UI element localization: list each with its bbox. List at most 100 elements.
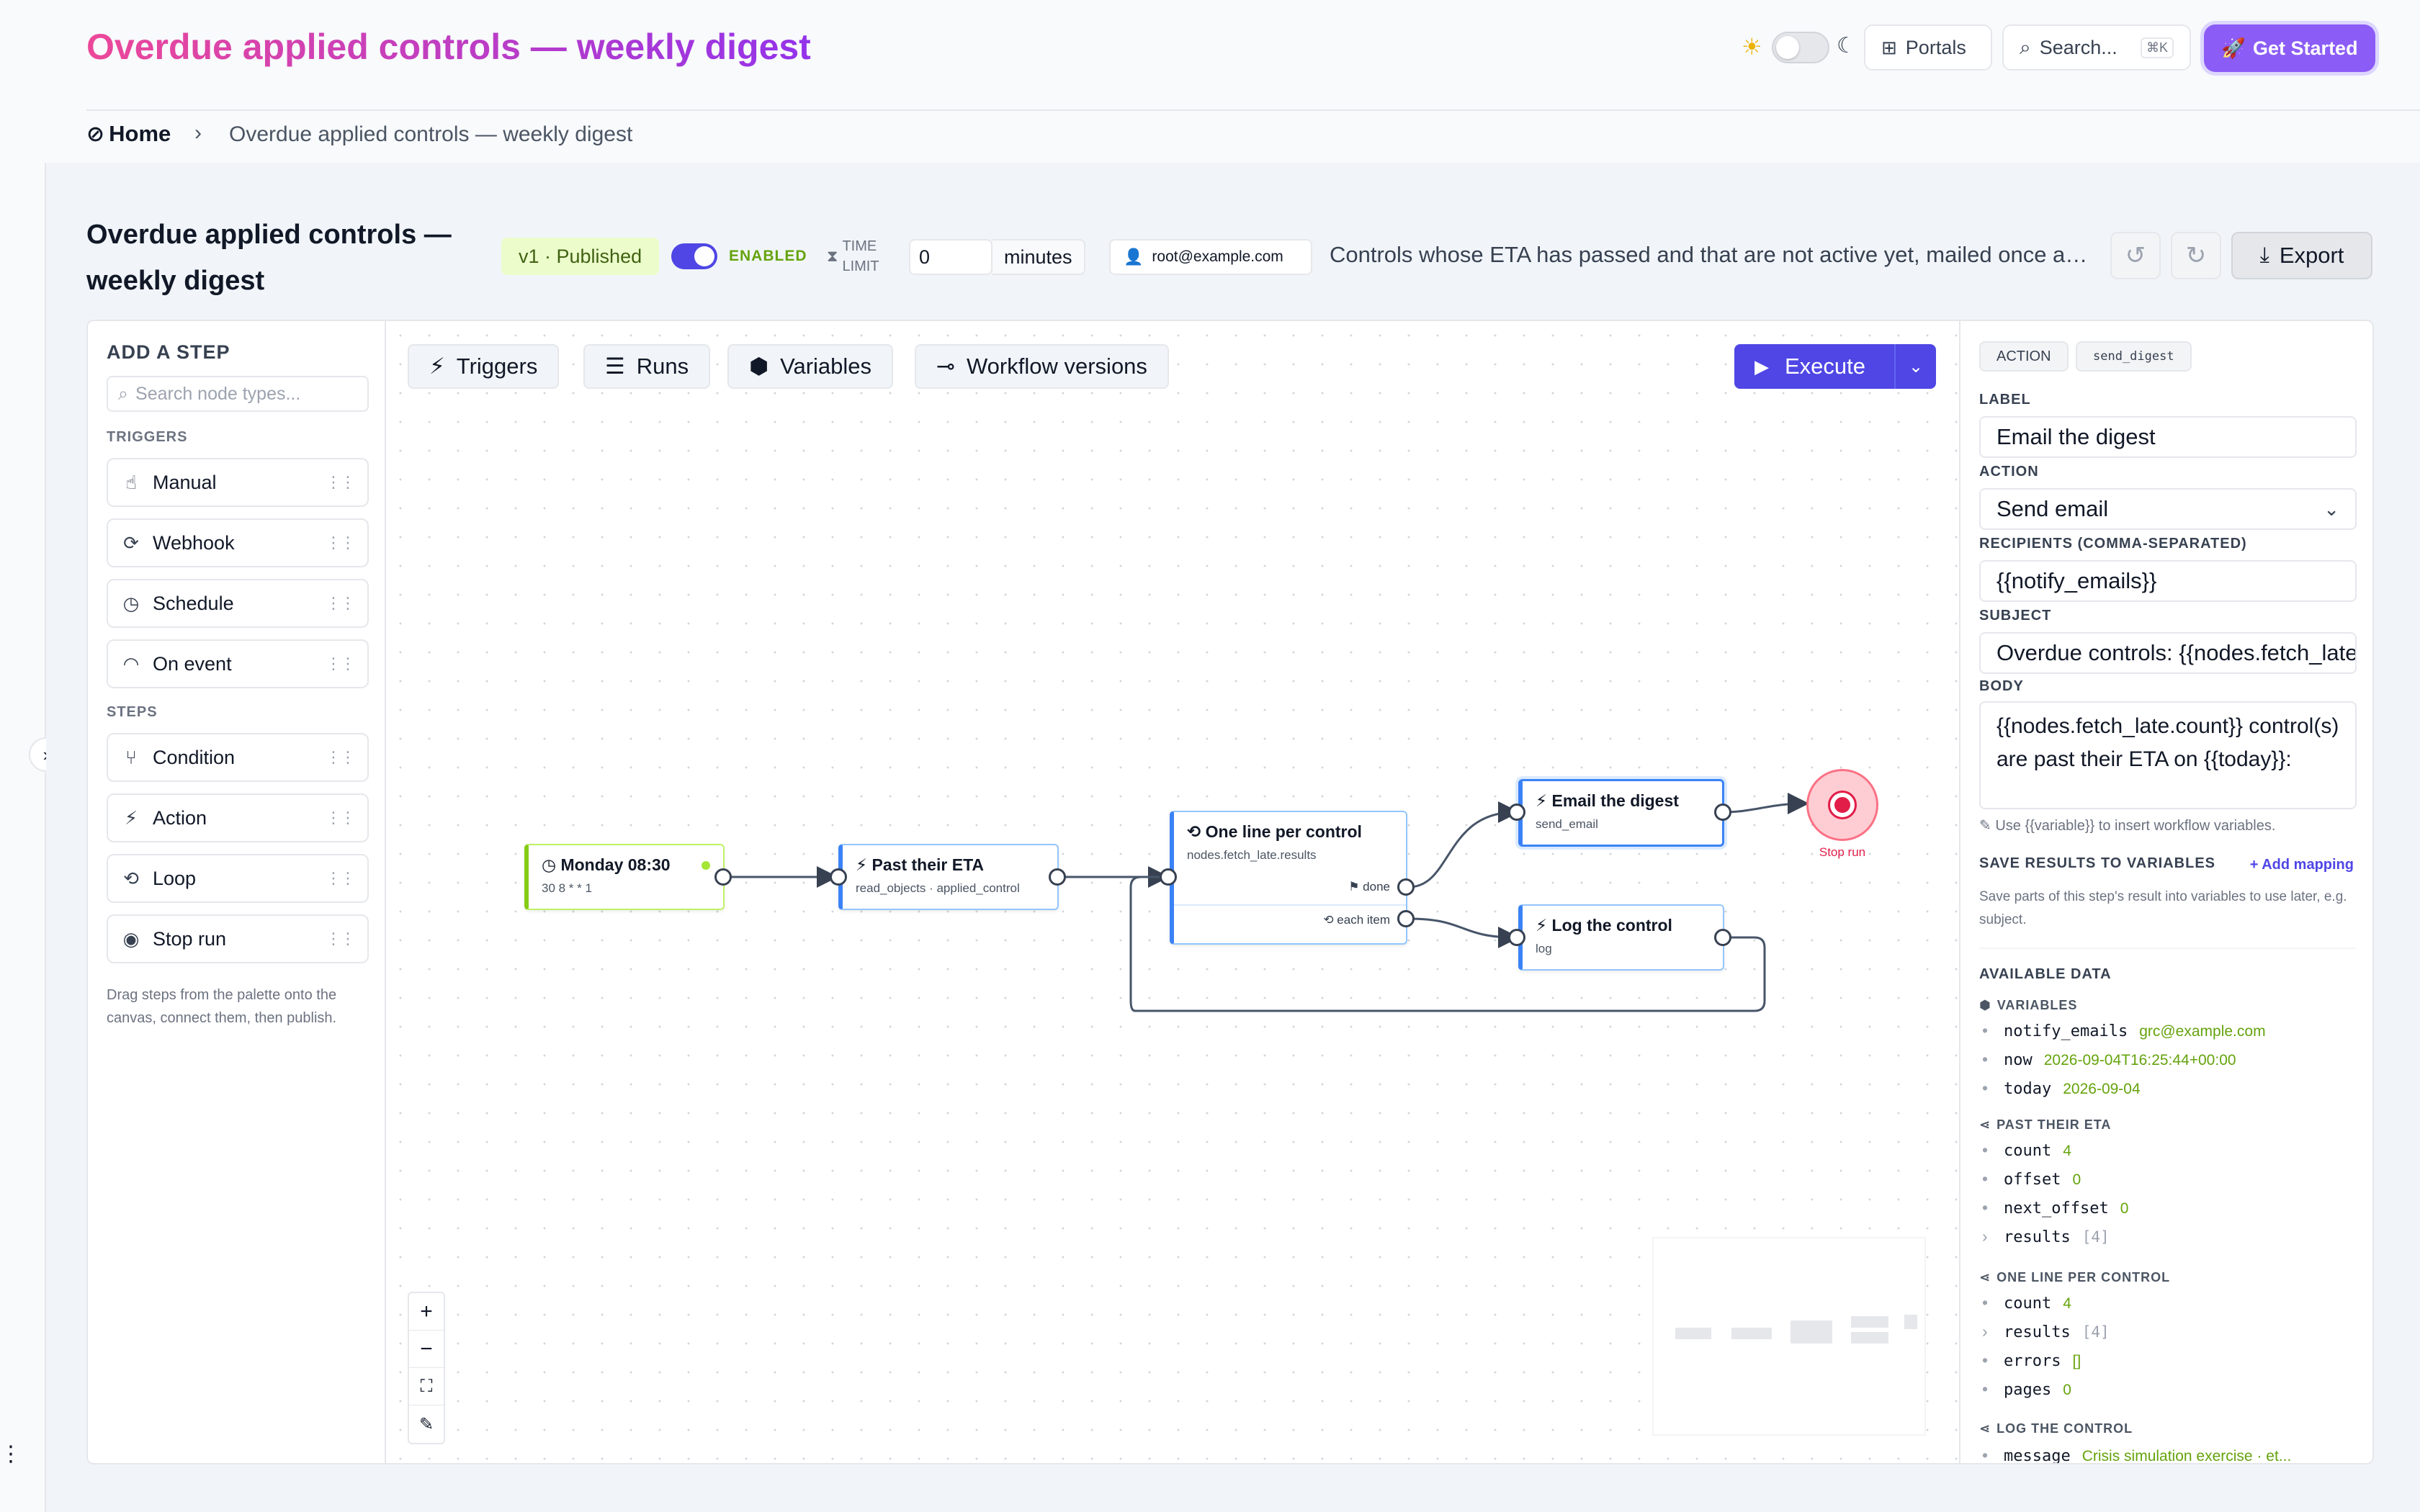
theme-toggle[interactable] xyxy=(1772,32,1829,63)
search-placeholder: Search... xyxy=(2039,36,2118,58)
clock-icon: ◷ xyxy=(542,855,561,874)
palette-item-webhook[interactable]: ⟳ Webhook ⋮⋮ xyxy=(107,518,369,567)
done-port-label: ⚑ done xyxy=(1348,880,1390,894)
auto-layout-button[interactable]: ✎ xyxy=(409,1405,444,1443)
minimap-node xyxy=(1731,1328,1772,1339)
node-subtitle: nodes.fetch_late.results xyxy=(1187,848,1317,862)
save-results-description: Save parts of this step's result into va… xyxy=(1979,889,2347,927)
breadcrumb-home-label: Home xyxy=(109,121,171,146)
data-item[interactable]: • next_offset 0 xyxy=(1982,1198,2128,1218)
redo-button[interactable]: ↻ xyxy=(2171,232,2221,279)
input-handle[interactable] xyxy=(1508,929,1525,946)
body-textarea[interactable]: {{nodes.fetch_late.count}} control(s) ar… xyxy=(1979,701,2357,809)
data-item[interactable]: • count 4 xyxy=(1982,1140,2071,1160)
undo-button[interactable]: ↺ xyxy=(2110,232,2161,279)
rocket-icon: 🚀 xyxy=(2221,37,2246,59)
drag-handle-icon[interactable]: ⋮⋮ xyxy=(326,654,356,673)
minimap-node xyxy=(1791,1320,1832,1344)
data-item[interactable]: • message Crisis simulation exercise · et.… xyxy=(1982,1446,2291,1463)
action-field-label: ACTION xyxy=(1979,464,2039,480)
stop-icon: ◉ xyxy=(122,927,140,950)
zoom-controls: + − ⛶ ✎ xyxy=(408,1292,445,1444)
palette-item-manual[interactable]: ☝ Manual ⋮⋮ xyxy=(107,458,369,507)
workflow-description[interactable]: Controls whose ETA has passed and that a… xyxy=(1330,242,2093,268)
time-limit-input[interactable]: 0 xyxy=(909,239,992,275)
node-id-chip: send_digest xyxy=(2076,341,2192,372)
data-item[interactable]: • count 4 xyxy=(1982,1293,2071,1313)
zoom-in-button[interactable]: + xyxy=(409,1293,444,1331)
bolt-icon: ⚡ xyxy=(1536,916,1552,935)
workflow-canvas[interactable]: ⚡ Triggers ☰ Runs ⬢ Variables ⊸ Workflow ver… xyxy=(386,320,1959,1464)
loop-icon: ⟲ xyxy=(1187,822,1206,841)
add-mapping-link[interactable]: + Add mapping xyxy=(2250,857,2354,873)
data-item[interactable]: • pages 0 xyxy=(1982,1380,2071,1399)
node-search-input[interactable]: ⌕ Search node types... xyxy=(107,376,369,412)
node-one-line-per-control[interactable]: ⟲ One line per control nodes.fetch_late.… xyxy=(1170,811,1407,945)
label-field-label: LABEL xyxy=(1979,392,2031,408)
get-started-button[interactable]: 🚀 Get Started xyxy=(2204,24,2375,72)
data-item-expandable[interactable]: › results [4] xyxy=(1982,1227,2110,1246)
owner-badge[interactable]: 👤 root@example.com xyxy=(1109,239,1312,275)
input-handle[interactable] xyxy=(1508,804,1525,821)
palette-item-schedule[interactable]: ◷ Schedule ⋮⋮ xyxy=(107,579,369,628)
drag-handle-icon[interactable]: ⋮⋮ xyxy=(326,809,356,827)
stop-icon xyxy=(1828,791,1857,819)
action-select[interactable]: Send email ⌄ xyxy=(1979,488,2357,530)
drag-handle-icon[interactable]: ⋮⋮ xyxy=(326,473,356,492)
palette-item-condition[interactable]: ⑂ Condition ⋮⋮ xyxy=(107,733,369,782)
each-item-handle[interactable] xyxy=(1397,910,1415,927)
input-handle[interactable] xyxy=(1160,868,1177,886)
fit-view-button[interactable]: ⛶ xyxy=(409,1368,444,1405)
palette-item-stop-run[interactable]: ◉ Stop run ⋮⋮ xyxy=(107,914,369,963)
node-past-their-eta[interactable]: ⚡ Past their ETA read_objects · applied_… xyxy=(838,844,1059,910)
portals-button[interactable]: ⊞ Portals xyxy=(1864,24,1992,71)
recipients-input[interactable]: {{notify_emails}} xyxy=(1979,560,2357,602)
subject-field-label: SUBJECT xyxy=(1979,608,2052,624)
output-handle[interactable] xyxy=(714,868,732,886)
data-item[interactable]: • notify_emails grc@example.com xyxy=(1982,1021,2266,1040)
drag-handle-icon[interactable]: ⋮⋮ xyxy=(326,594,356,613)
version-badge[interactable]: v1 · Published xyxy=(501,238,660,275)
data-item[interactable]: • errors[] xyxy=(1982,1351,2081,1370)
bolt-icon: ⚡ xyxy=(1536,791,1552,810)
node-schedule-trigger[interactable]: ◷ Monday 08:30 30 8 * * 1 xyxy=(524,844,725,910)
edge-email-stop xyxy=(1722,793,1809,815)
subject-input[interactable]: Overdue controls: {{nodes.fetch_late.cou… xyxy=(1979,632,2357,674)
node-log-the-control[interactable]: ⚡ Log the control log xyxy=(1518,904,1724,971)
save-results-heading: SAVE RESULTS TO VARIABLES xyxy=(1979,855,2215,871)
label-input[interactable]: Email the digest xyxy=(1979,416,2357,458)
output-handle[interactable] xyxy=(1714,929,1731,946)
portals-label: Portals xyxy=(1905,36,1966,58)
drag-handle-icon[interactable]: ⋮⋮ xyxy=(326,869,356,888)
data-item[interactable]: • offset 0 xyxy=(1982,1169,2081,1189)
breadcrumb-home[interactable]: ⊘ Home xyxy=(86,121,171,147)
palette-item-on-event[interactable]: ◠ On event ⋮⋮ xyxy=(107,639,369,688)
node-stop-run[interactable] xyxy=(1806,769,1878,841)
palette-item-action[interactable]: ⚡ Action ⋮⋮ xyxy=(107,793,369,842)
palette-note: Drag steps from the palette onto the can… xyxy=(107,987,337,1026)
zoom-out-button[interactable]: − xyxy=(409,1331,444,1368)
minimap[interactable] xyxy=(1652,1237,1926,1436)
node-email-the-digest[interactable]: ⚡ Email the digest send_email xyxy=(1518,779,1724,847)
output-handle[interactable] xyxy=(1049,868,1066,886)
data-item[interactable]: • now 2026-09-04T16:25:44+00:00 xyxy=(1982,1050,2236,1069)
export-button[interactable]: ⤓ Export xyxy=(2231,232,2372,279)
data-group-variables: ⬢ VARIABLES xyxy=(1979,998,2078,1012)
download-icon: ⤓ xyxy=(2259,243,2269,267)
drag-handle-icon[interactable]: ⋮⋮ xyxy=(326,748,356,767)
node-subtitle: log xyxy=(1536,942,1552,955)
data-item[interactable]: • today 2026-09-04 xyxy=(1982,1079,2141,1098)
drag-handle-icon[interactable]: ⋮⋮ xyxy=(326,930,356,948)
input-handle[interactable] xyxy=(830,868,847,886)
drag-handle-icon[interactable]: ⋮⋮ xyxy=(326,534,356,552)
sun-icon: ☀ xyxy=(1742,34,1762,60)
search-button[interactable]: ⌕ Search... ⌘K xyxy=(2002,24,2191,71)
palette-item-loop[interactable]: ⟲ Loop ⋮⋮ xyxy=(107,854,369,903)
enabled-toggle[interactable] xyxy=(671,243,717,269)
output-handle[interactable] xyxy=(1714,804,1731,821)
done-handle[interactable] xyxy=(1397,878,1415,896)
compass-icon: ⊘ xyxy=(86,122,105,146)
data-item-expandable[interactable]: › results [4] xyxy=(1982,1322,2110,1341)
time-limit-unit: minutes xyxy=(992,239,1085,275)
variable-hint: ✎ Use {{variable}} to insert workflow va… xyxy=(1979,818,2276,834)
